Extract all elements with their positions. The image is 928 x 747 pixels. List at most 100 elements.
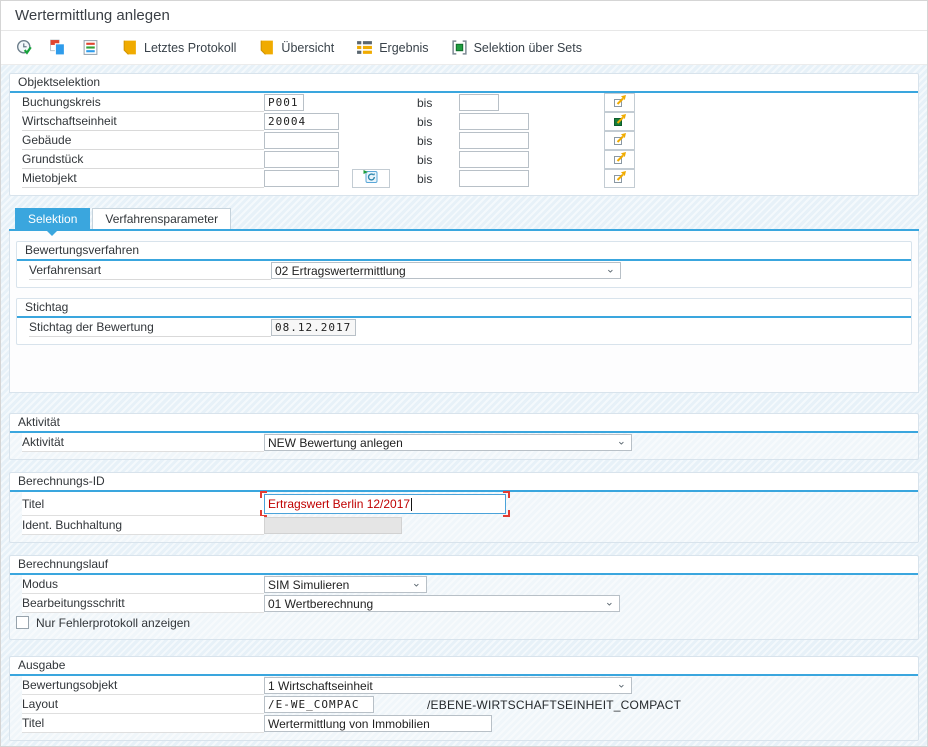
focus-corner-icon	[503, 491, 510, 498]
chevron-down-icon: ⌄	[605, 597, 614, 608]
aktivitaet-dropdown[interactable]: NEW Bewertung anlegen ⌄	[264, 434, 632, 451]
gebaeude-input[interactable]	[264, 132, 339, 149]
titel-input-focused[interactable]: Ertragswert Berlin 12/2017	[264, 494, 506, 514]
window-titlebar: Wertermittlung anlegen	[1, 1, 927, 31]
verfahrensart-dropdown[interactable]: 02 Ertragswertermittlung ⌄	[271, 262, 621, 279]
multi-selection-icon	[612, 131, 628, 150]
bis-label: bis	[417, 134, 432, 148]
buchungskreis-input[interactable]: P001	[264, 94, 304, 111]
multi-selection-active-button[interactable]	[604, 112, 635, 131]
result-button[interactable]: Ergebnis	[351, 37, 433, 58]
buchungskreis-bis-input[interactable]	[459, 94, 499, 111]
wirtschaftseinheit-bis-input[interactable]	[459, 113, 529, 130]
group-stichtag: Stichtag Stichtag der Bewertung 08.12.20…	[16, 298, 912, 345]
checkbox-label: Nur Fehlerprotokoll anzeigen	[36, 616, 190, 630]
copy-button[interactable]	[44, 37, 71, 58]
page-title: Wertermittlung anlegen	[15, 7, 170, 24]
grundstueck-input[interactable]	[264, 151, 339, 168]
multi-selection-button[interactable]	[604, 93, 635, 112]
row-gebaeude: Gebäude bis	[10, 131, 918, 150]
multi-selection-icon	[612, 169, 628, 188]
wirtschaftseinheit-input[interactable]: 20004	[264, 113, 339, 130]
group-title: Bewertungsverfahren	[17, 242, 911, 261]
overview-label: Übersicht	[281, 41, 334, 55]
application-toolbar: Letztes Protokoll Übersicht Ergebnis Sel…	[1, 31, 927, 65]
tab-panel-selektion: Bewertungsverfahren Verfahrensart 02 Ert…	[9, 231, 919, 393]
bearbeitungsschritt-dropdown[interactable]: 01 Wertberechnung ⌄	[264, 595, 620, 612]
group-title: Objektselektion	[10, 74, 918, 93]
group-objektselektion: Objektselektion Buchungskreis P001 bis W…	[9, 73, 919, 196]
gebaeude-bis-input[interactable]	[459, 132, 529, 149]
execute-clock-icon	[16, 39, 33, 56]
row-layout: Layout /E-WE_COMPAC /EBENE-WIRTSCHAFTSEI…	[10, 695, 918, 714]
ausgabe-titel-input[interactable]: Wertermittlung von Immobilien	[264, 715, 492, 732]
group-title: Berechnungslauf	[10, 556, 918, 575]
tab-verfahrensparameter[interactable]: Verfahrensparameter	[92, 208, 231, 229]
group-title: Ausgabe	[10, 657, 918, 676]
titel-input-value: Ertragswert Berlin 12/2017	[268, 497, 410, 511]
note-icon	[121, 39, 138, 56]
field-label: Stichtag der Bewertung	[29, 318, 271, 337]
mietobjekt-bis-input[interactable]	[459, 170, 529, 187]
row-titel: Titel Ertragswert Berlin 12/2017	[10, 492, 918, 516]
multi-selection-active-icon	[612, 112, 628, 131]
text-cursor	[411, 498, 412, 511]
field-label: Bewertungsobjekt	[22, 676, 264, 695]
field-label: Titel	[22, 714, 264, 733]
result-label: Ergebnis	[379, 41, 428, 55]
layout-description: /EBENE-WIRTSCHAFTSEINHEIT_COMPACT	[427, 698, 681, 712]
group-bewertungsverfahren: Bewertungsverfahren Verfahrensart 02 Ert…	[16, 241, 912, 288]
row-verfahrensart: Verfahrensart 02 Ertragswertermittlung ⌄	[17, 261, 911, 280]
field-label: Titel	[22, 492, 264, 516]
screen-content: Objektselektion Buchungskreis P001 bis W…	[1, 65, 927, 747]
row-ausgabe-titel: Titel Wertermittlung von Immobilien	[10, 714, 918, 733]
multi-selection-button[interactable]	[604, 131, 635, 150]
row-stichtag: Stichtag der Bewertung 08.12.2017	[17, 318, 911, 337]
dropdown-value: 01 Wertberechnung	[268, 597, 373, 611]
tab-accent-line	[9, 229, 919, 231]
multi-selection-icon	[612, 93, 628, 112]
execute-button[interactable]	[11, 37, 38, 58]
grundstueck-bis-input[interactable]	[459, 151, 529, 168]
ident-buchhaltung-input	[264, 517, 402, 534]
sap-window: Wertermittlung anlegen Letztes Protokoll	[0, 0, 928, 747]
rental-object-refresh-icon	[363, 169, 379, 188]
row-aktivitaet: Aktivität NEW Bewertung anlegen ⌄	[10, 433, 918, 452]
stichtag-date-input[interactable]: 08.12.2017	[271, 319, 356, 336]
multi-selection-icon	[612, 150, 628, 169]
tab-strip: Selektion Verfahrensparameter	[15, 208, 919, 229]
bis-label: bis	[417, 153, 432, 167]
tab-selektion[interactable]: Selektion	[15, 208, 90, 229]
dropdown-value: 1 Wirtschaftseinheit	[268, 679, 373, 693]
selection-via-sets-label: Selektion über Sets	[474, 41, 582, 55]
modus-dropdown[interactable]: SIM Simulieren ⌄	[264, 576, 427, 593]
multi-selection-button[interactable]	[604, 169, 635, 188]
protocol-list-button[interactable]	[77, 37, 104, 58]
note-icon	[258, 39, 275, 56]
dropdown-value: 02 Ertragswertermittlung	[275, 264, 406, 278]
fehlerprotokoll-checkbox[interactable]	[16, 616, 29, 629]
bis-label: bis	[417, 172, 432, 186]
result-grid-icon	[356, 39, 373, 56]
mietobjekt-input[interactable]	[264, 170, 339, 187]
field-label: Bearbeitungsschritt	[22, 594, 264, 613]
overview-button[interactable]: Übersicht	[253, 37, 339, 58]
group-berechnungslauf: Berechnungslauf Modus SIM Simulieren ⌄ B…	[9, 555, 919, 640]
bewertungsobjekt-dropdown[interactable]: 1 Wirtschaftseinheit ⌄	[264, 677, 632, 694]
row-modus: Modus SIM Simulieren ⌄	[10, 575, 918, 594]
group-ausgabe: Ausgabe Bewertungsobjekt 1 Wirtschaftsei…	[9, 656, 919, 741]
multi-selection-button[interactable]	[604, 150, 635, 169]
selection-via-sets-button[interactable]: Selektion über Sets	[446, 37, 587, 58]
row-buchungskreis: Buchungskreis P001 bis	[10, 93, 918, 112]
layout-input[interactable]: /E-WE_COMPAC	[264, 696, 374, 713]
row-bewertungsobjekt: Bewertungsobjekt 1 Wirtschaftseinheit ⌄	[10, 676, 918, 695]
field-label: Verfahrensart	[29, 261, 271, 280]
mietobjekt-selection-button[interactable]	[352, 169, 390, 188]
copy-pages-icon	[49, 39, 66, 56]
field-label: Layout	[22, 695, 264, 714]
last-protocol-button[interactable]: Letztes Protokoll	[116, 37, 241, 58]
dropdown-value: NEW Bewertung anlegen	[268, 436, 403, 450]
chevron-down-icon: ⌄	[617, 679, 626, 690]
colored-list-icon	[82, 39, 99, 56]
dropdown-value: SIM Simulieren	[268, 578, 349, 592]
